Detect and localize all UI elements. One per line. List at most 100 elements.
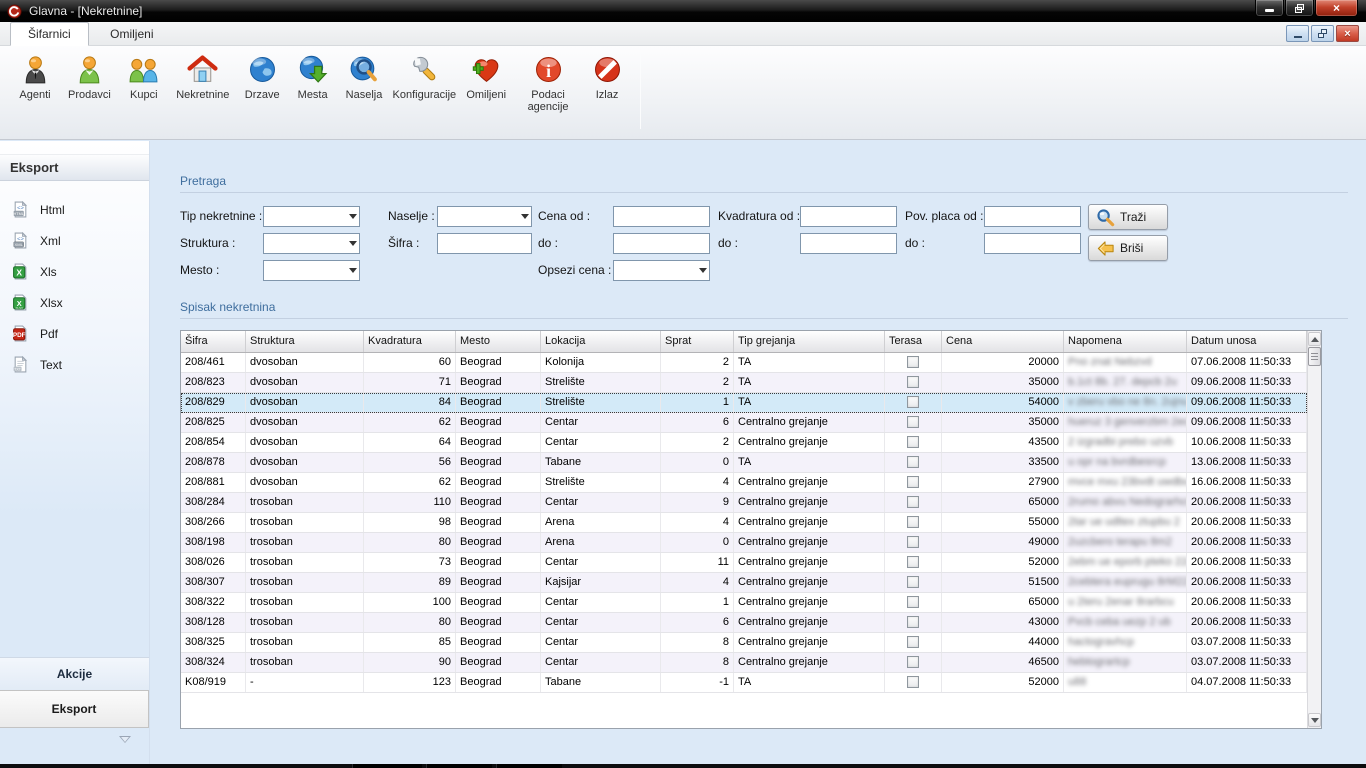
cell-cena: 27900 <box>942 473 1064 492</box>
chevron-down-icon[interactable] <box>119 736 131 743</box>
mdi-close-button[interactable]: × <box>1336 25 1359 42</box>
window-minimize-button[interactable] <box>1255 0 1284 17</box>
sidebar-item-xls[interactable]: XXls <box>0 256 149 287</box>
toolbar-button-nekretnine[interactable]: Nekretnine <box>169 53 237 139</box>
terasa-checkbox[interactable] <box>907 456 919 468</box>
pov-placa-do-input[interactable] <box>984 233 1081 254</box>
naselje-select[interactable] <box>437 206 532 227</box>
sidebar-item-text[interactable]: TXTText <box>0 349 149 380</box>
mdi-minimize-button[interactable] <box>1286 25 1309 42</box>
toolbar-button-drzave[interactable]: Drzave <box>237 53 288 139</box>
sidebar-item-xlsx[interactable]: XXLSXXlsx <box>0 287 149 318</box>
table-row[interactable]: 308/128trosoban80BeogradCentar6Centralno… <box>181 613 1307 633</box>
column-header-mesto[interactable]: Mesto <box>456 331 541 352</box>
window-close-button[interactable]: × <box>1315 0 1358 17</box>
sifra-input[interactable] <box>437 233 532 254</box>
vertical-scrollbar[interactable] <box>1307 331 1321 728</box>
opsezi-cena-select[interactable] <box>613 260 710 281</box>
table-row[interactable]: 208/854dvosoban64BeogradCentar2Centralno… <box>181 433 1307 453</box>
brisi-button[interactable]: Briši <box>1088 235 1168 261</box>
table-row[interactable]: 208/829dvosoban84BeogradStrelište1TA5400… <box>181 393 1307 413</box>
terasa-checkbox[interactable] <box>907 596 919 608</box>
sidebar-panel-eksport[interactable]: Eksport <box>0 690 149 728</box>
terasa-checkbox[interactable] <box>907 376 919 388</box>
table-row[interactable]: 308/322trosoban100BeogradCentar1Centraln… <box>181 593 1307 613</box>
cell-sprat: 4 <box>661 513 734 532</box>
column-header-sprat[interactable]: Sprat <box>661 331 734 352</box>
sidebar-item-html[interactable]: <>HTMLHtml <box>0 194 149 225</box>
table-row[interactable]: 208/881dvosoban62BeogradStrelište4Centra… <box>181 473 1307 493</box>
table-row[interactable]: 308/266trosoban98BeogradArena4Centralno … <box>181 513 1307 533</box>
mdi-restore-button[interactable] <box>1311 25 1334 42</box>
terasa-checkbox[interactable] <box>907 536 919 548</box>
terasa-checkbox[interactable] <box>907 436 919 448</box>
terasa-checkbox[interactable] <box>907 636 919 648</box>
terasa-checkbox[interactable] <box>907 656 919 668</box>
toolbar-button-mesta[interactable]: Mesta <box>288 53 338 139</box>
table-row[interactable]: 308/307trosoban89BeogradKajsijar4Central… <box>181 573 1307 593</box>
tip-nekretnine-select[interactable] <box>263 206 360 227</box>
terasa-checkbox[interactable] <box>907 556 919 568</box>
tab-omiljeni[interactable]: Omiljeni <box>93 23 170 47</box>
pov-placa-od-input[interactable] <box>984 206 1081 227</box>
toolbar-button-omiljeni-8[interactable]: Omiljeni <box>458 53 514 139</box>
kvadratura-do-input[interactable] <box>800 233 897 254</box>
table-row[interactable]: 308/026trosoban73BeogradCentar11Centraln… <box>181 553 1307 573</box>
column-header-lokacija[interactable]: Lokacija <box>541 331 661 352</box>
terasa-checkbox[interactable] <box>907 476 919 488</box>
toolbar-button-prodavci[interactable]: Prodavci <box>60 53 119 139</box>
trazi-button[interactable]: Traži <box>1088 204 1168 230</box>
mesto-select[interactable] <box>263 260 360 281</box>
terasa-checkbox[interactable] <box>907 356 919 368</box>
cell-lokacija: Centar <box>541 593 661 612</box>
cena-od-input[interactable] <box>613 206 710 227</box>
sidebar-panel-akcije[interactable]: Akcije <box>0 657 149 690</box>
column-header-kvadratura[interactable]: Kvadratura <box>364 331 456 352</box>
toolbar-button-kupci[interactable]: Kupci <box>119 53 169 139</box>
terasa-checkbox[interactable] <box>907 676 919 688</box>
cell-cena: 65000 <box>942 593 1064 612</box>
kvadratura-od-input[interactable] <box>800 206 897 227</box>
toolbar-button-izlaz[interactable]: Izlaz <box>582 53 632 139</box>
cena-do-input[interactable] <box>613 233 710 254</box>
table-row[interactable]: 208/461dvosoban60BeogradKolonija2TA20000… <box>181 353 1307 373</box>
column-header--ifra[interactable]: Šifra <box>181 331 246 352</box>
sidebar-item-xml[interactable]: <>XMLXml <box>0 225 149 256</box>
toolbar-button-podaci-agencije[interactable]: iPodaci agencije <box>514 53 582 139</box>
xml-file-icon: <>XML <box>12 232 29 249</box>
house-icon <box>186 53 219 86</box>
terasa-checkbox[interactable] <box>907 416 919 428</box>
column-header-terasa[interactable]: Terasa <box>885 331 942 352</box>
cell-terasa <box>885 473 942 492</box>
column-header-datum-unosa[interactable]: Datum unosa <box>1187 331 1307 352</box>
sidebar-item-pdf[interactable]: PDFPdf <box>0 318 149 349</box>
table-row[interactable]: K08/919-123BeogradTabane-1TA52000u8804.0… <box>181 673 1307 693</box>
terasa-checkbox[interactable] <box>907 616 919 628</box>
table-row[interactable]: 208/823dvosoban71BeogradStrelište2TA3500… <box>181 373 1307 393</box>
terasa-checkbox[interactable] <box>907 516 919 528</box>
toolbar-button-konfiguracije[interactable]: Konfiguracije <box>390 53 458 139</box>
window-restore-button[interactable] <box>1285 0 1314 17</box>
column-header-tip-grejanja[interactable]: Tip grejanja <box>734 331 885 352</box>
scroll-up-button[interactable] <box>1308 332 1321 346</box>
svg-text:<>: <> <box>17 206 24 212</box>
table-row[interactable]: 208/825dvosoban62BeogradCentar6Centralno… <box>181 413 1307 433</box>
toolbar-button-agenti[interactable]: Agenti <box>10 53 60 139</box>
cell-datum-unosa: 07.06.2008 11:50:33 <box>1187 353 1307 372</box>
terasa-checkbox[interactable] <box>907 396 919 408</box>
table-row[interactable]: 308/324trosoban90BeogradCentar8Centralno… <box>181 653 1307 673</box>
column-header-struktura[interactable]: Struktura <box>246 331 364 352</box>
struktura-select[interactable] <box>263 233 360 254</box>
scroll-down-button[interactable] <box>1308 713 1321 727</box>
toolbar-button-naselja[interactable]: Naselja <box>338 53 391 139</box>
terasa-checkbox[interactable] <box>907 576 919 588</box>
table-row[interactable]: 308/198trosoban80BeogradArena0Centralno … <box>181 533 1307 553</box>
tab-sifarnici[interactable]: Šifarnici <box>10 22 89 46</box>
terasa-checkbox[interactable] <box>907 496 919 508</box>
column-header-cena[interactable]: Cena <box>942 331 1064 352</box>
scrollbar-thumb[interactable] <box>1308 347 1321 366</box>
table-row[interactable]: 308/325trosoban85BeogradCentar8Centralno… <box>181 633 1307 653</box>
column-header-napomena[interactable]: Napomena <box>1064 331 1187 352</box>
table-row[interactable]: 208/878dvosoban56BeogradTabane0TA33500u … <box>181 453 1307 473</box>
table-row[interactable]: 308/284trosoban110BeogradCentar9Centraln… <box>181 493 1307 513</box>
